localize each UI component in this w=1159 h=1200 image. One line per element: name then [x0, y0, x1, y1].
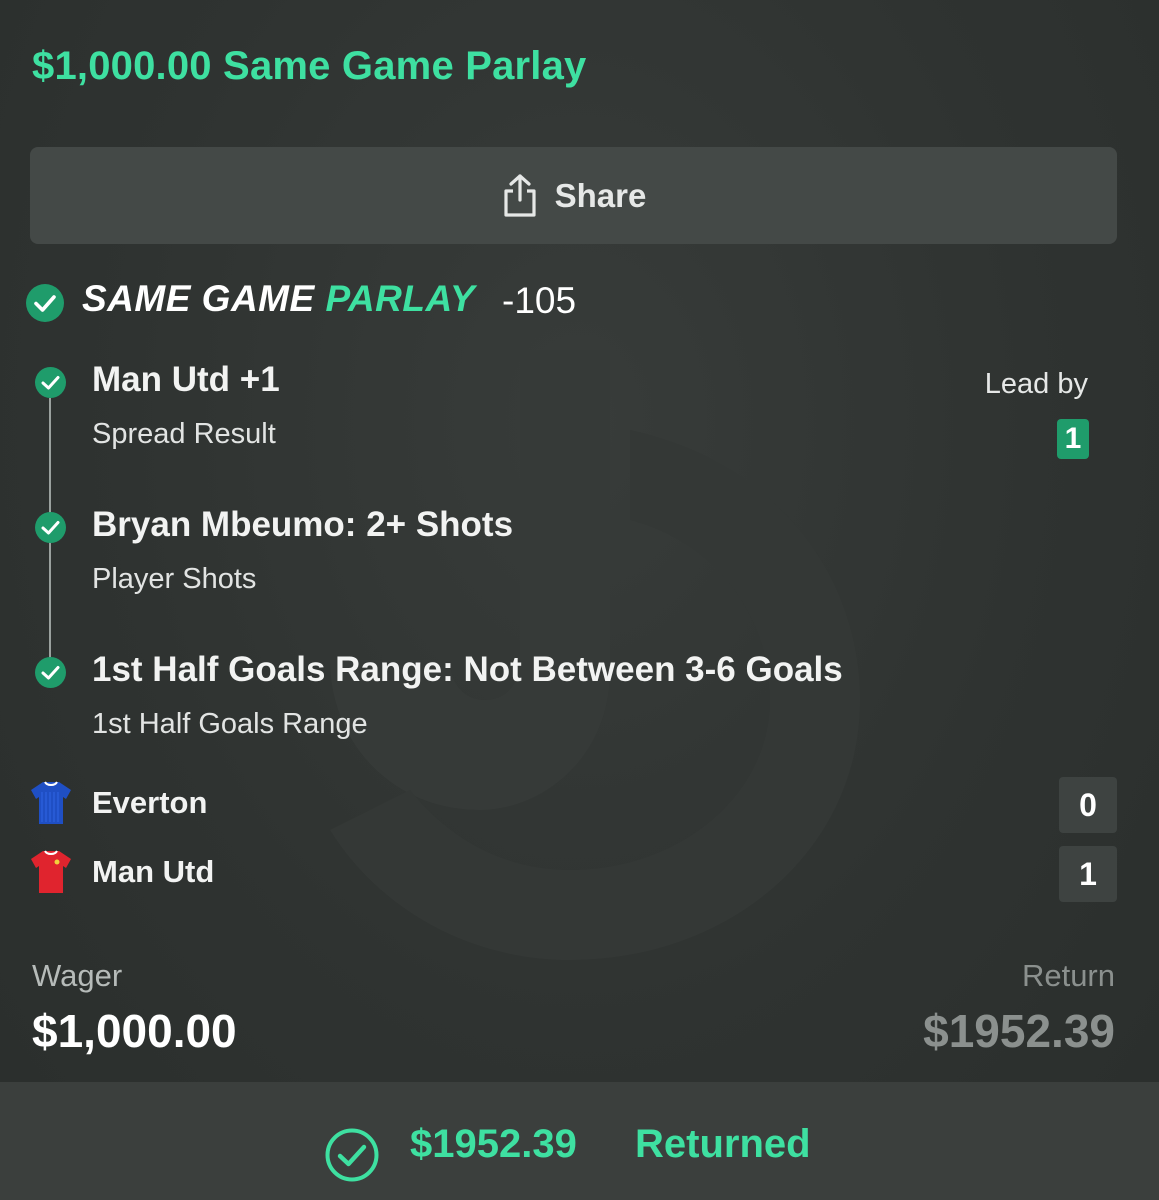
- team-row-man-utd: Man Utd 1: [30, 846, 1120, 904]
- jersey-icon: [31, 781, 71, 824]
- check-circle-icon: [35, 367, 66, 398]
- team-row-everton: Everton 0: [30, 777, 1120, 835]
- leg-title: Bryan Mbeumo: 2+ Shots: [92, 505, 514, 544]
- check-circle-icon: [35, 657, 66, 688]
- wager-label: Wager: [32, 958, 123, 993]
- leg-title: Man Utd +1: [92, 360, 280, 399]
- bet-title: $1,000.00 Same Game Parlay: [32, 44, 587, 88]
- team-score: 1: [1059, 846, 1117, 902]
- team-score: 0: [1059, 777, 1117, 833]
- team-name: Man Utd: [92, 854, 215, 889]
- team-name: Everton: [92, 785, 208, 820]
- leg-subtitle: Spread Result: [92, 418, 276, 450]
- parlay-odds: -105: [502, 280, 577, 321]
- check-circle-icon: [35, 512, 66, 543]
- lead-by-badge: 1: [1057, 419, 1089, 459]
- return-label: Return: [1021, 958, 1115, 993]
- check-circle-outline-icon: [325, 1128, 379, 1182]
- leg-subtitle: Player Shots: [92, 563, 257, 595]
- wager-value: $1,000.00: [32, 1005, 237, 1057]
- leg-subtitle: 1st Half Goals Range: [92, 708, 368, 740]
- returned-amount: $1952.39: [410, 1122, 577, 1166]
- share-button[interactable]: Share: [30, 147, 1117, 244]
- bet-slip-screen: $1,000.00 Same Game Parlay Share SAME GA…: [0, 0, 1159, 1200]
- lead-by-label: Lead by: [984, 368, 1088, 400]
- jersey-icon: [31, 850, 71, 893]
- parlay-label-green: PARLAY: [325, 278, 476, 319]
- share-label: Share: [554, 176, 647, 214]
- returned-banner: $1952.39 Returned: [0, 1082, 1159, 1200]
- share-icon: [504, 173, 536, 217]
- returned-text: Returned: [635, 1122, 811, 1166]
- check-circle-icon: [26, 284, 64, 322]
- return-value: $1952.39: [923, 1005, 1115, 1057]
- parlay-label-white: SAME GAME: [82, 278, 315, 319]
- parlay-type-label: SAME GAME PARLAY: [82, 278, 475, 320]
- leg-title: 1st Half Goals Range: Not Between 3-6 Go…: [92, 650, 843, 689]
